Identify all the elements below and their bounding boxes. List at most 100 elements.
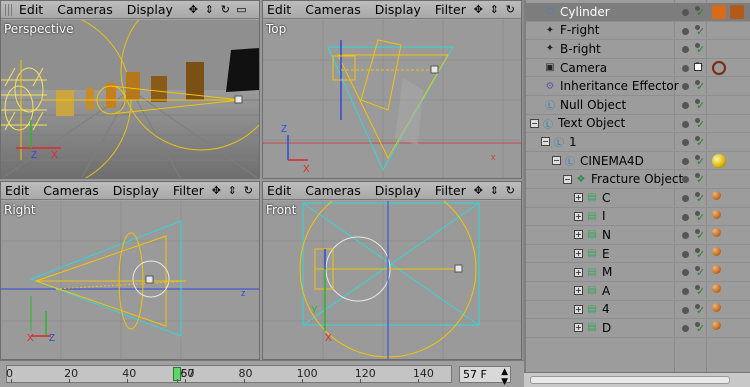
expand-toggle-icon[interactable]: + (574, 267, 583, 277)
menu-cameras[interactable]: Cameras (43, 183, 99, 198)
menu-display[interactable]: Display (127, 2, 173, 17)
protection-tag-icon[interactable] (712, 60, 726, 75)
expand-toggle-icon[interactable]: − (541, 137, 550, 147)
enabled-check-icon[interactable]: ✓ (696, 285, 705, 298)
object-row[interactable]: ✦ F-right ✓ (526, 22, 750, 41)
object-row[interactable]: + ▤ I ✓ (526, 208, 750, 227)
viewport-front[interactable]: Edit Cameras Display Filter ✥ ⇕ ↻ ▭ Fron… (262, 181, 522, 360)
menu-filter[interactable]: Filter (173, 183, 204, 198)
object-row[interactable]: + ▤ 4 ✓ (526, 301, 750, 320)
object-row[interactable]: Ⓛ Null Object ✓ (526, 96, 750, 115)
expand-toggle-icon[interactable]: + (574, 193, 583, 203)
object-manager-scrollbar[interactable] (524, 372, 750, 387)
menu-cameras[interactable]: Cameras (305, 2, 361, 17)
material-tags-icon[interactable] (712, 209, 721, 219)
expand-toggle-icon[interactable]: − (552, 156, 561, 166)
rotate-view-icon[interactable]: ↻ (242, 184, 255, 197)
toggle-view-icon[interactable]: ▭ (520, 3, 521, 16)
enabled-check-icon[interactable]: ✓ (696, 25, 705, 38)
visibility-dot-icon[interactable] (682, 157, 689, 165)
expand-toggle-icon[interactable]: + (574, 211, 583, 221)
visibility-dot-icon[interactable] (682, 306, 689, 314)
object-row[interactable]: − Ⓛ 1 ✓ (526, 133, 750, 152)
enabled-check-icon[interactable]: ✓ (696, 80, 705, 93)
menu-edit[interactable]: Edit (19, 2, 43, 17)
visibility-dot-icon[interactable] (682, 176, 689, 184)
material-tags-icon[interactable] (712, 321, 721, 331)
move-view-icon[interactable]: ✥ (210, 184, 223, 197)
move-view-icon[interactable]: ✥ (472, 184, 485, 197)
object-row[interactable]: + ▤ C ✓ (526, 189, 750, 208)
menu-edit[interactable]: Edit (5, 183, 29, 198)
material-tags-icon[interactable] (712, 228, 721, 238)
object-row[interactable]: − Ⓛ CINEMA4D ✓ (526, 152, 750, 171)
object-row[interactable]: ⬭ Cylinder ✓ (526, 3, 750, 22)
menu-cameras[interactable]: Cameras (305, 183, 361, 198)
material-tags-icon[interactable] (712, 191, 721, 200)
grip-icon[interactable] (5, 3, 13, 16)
enabled-check-icon[interactable]: ✓ (696, 155, 705, 168)
zoom-view-icon[interactable]: ⇕ (226, 184, 239, 197)
visibility-dot-icon[interactable] (682, 9, 689, 16)
viewport-perspective[interactable]: Edit Cameras Display ✥ ⇕ ↻ ▭ Perspective (0, 0, 260, 179)
expand-toggle-icon[interactable]: + (574, 304, 583, 314)
object-row[interactable]: + ▤ E ✓ (526, 245, 750, 264)
menu-display[interactable]: Display (375, 2, 421, 17)
enabled-check-icon[interactable]: ✓ (696, 118, 705, 131)
expand-toggle-icon[interactable]: + (574, 230, 583, 240)
material-tag-icon[interactable] (712, 153, 726, 168)
viewport-top[interactable]: Edit Cameras Display Filter ✥ ⇕ ↻ ▭ Top (262, 0, 522, 179)
rotate-view-icon[interactable]: ↻ (504, 3, 517, 16)
enabled-check-icon[interactable]: ✓ (696, 248, 705, 261)
menu-edit[interactable]: Edit (267, 2, 291, 17)
enabled-check-icon[interactable]: ✓ (696, 266, 705, 279)
enabled-check-icon[interactable]: ✓ (696, 229, 705, 242)
visibility-dot-icon[interactable] (682, 325, 689, 333)
current-frame-field[interactable]: 57 F ▲ ▼ (459, 366, 511, 387)
enabled-check-icon[interactable]: ✓ (696, 99, 705, 112)
enabled-check-icon[interactable]: ✓ (696, 304, 705, 317)
expand-toggle-icon[interactable]: + (574, 323, 583, 333)
enabled-check-icon[interactable]: ✓ (696, 192, 705, 205)
zoom-view-icon[interactable]: ⇕ (203, 3, 216, 16)
object-row[interactable]: ⚙ Inheritance Effector ✓ (526, 77, 750, 96)
object-row[interactable]: − ❖ Fracture Object ✓ (526, 170, 750, 189)
enabled-check-icon[interactable]: ✓ (696, 211, 705, 224)
menu-edit[interactable]: Edit (267, 183, 291, 198)
toggle-view-icon[interactable]: ▭ (235, 3, 248, 16)
visibility-dot-icon[interactable] (682, 269, 689, 277)
object-row[interactable]: + ▤ M ✓ (526, 263, 750, 282)
enabled-check-icon[interactable]: ✓ (696, 322, 705, 335)
toggle-view-icon[interactable]: ▭ (258, 184, 259, 197)
visibility-dot-icon[interactable] (682, 195, 689, 202)
menu-filter[interactable]: Filter (435, 2, 466, 17)
menu-cameras[interactable]: Cameras (57, 2, 113, 17)
object-row[interactable]: + ▤ N ✓ (526, 226, 750, 245)
expand-toggle-icon[interactable]: + (574, 286, 583, 296)
enabled-check-icon[interactable]: ✓ (696, 6, 705, 19)
object-row[interactable]: + ▤ A ✓ (526, 282, 750, 301)
expand-toggle-icon[interactable]: + (574, 249, 583, 259)
visibility-dot-icon[interactable] (682, 46, 689, 54)
expand-toggle-icon[interactable]: − (563, 174, 572, 184)
enabled-check-icon[interactable]: ✓ (696, 173, 705, 186)
material-tags-icon[interactable] (712, 302, 721, 312)
visibility-dot-icon[interactable] (682, 102, 689, 109)
object-row[interactable]: − Ⓛ Text Object ✓ (526, 115, 750, 134)
toggle-view-icon[interactable]: ▭ (520, 184, 521, 197)
zoom-view-icon[interactable]: ⇕ (488, 184, 501, 197)
camera-target-icon[interactable] (694, 62, 702, 71)
viewport-right[interactable]: Edit Cameras Display Filter ✥ ⇕ ↻ ▭ Righ… (0, 181, 260, 360)
frame-spinner-icon[interactable]: ▲ ▼ (501, 367, 508, 387)
clapper-tag-icon[interactable] (730, 5, 744, 19)
visibility-dot-icon[interactable] (682, 139, 689, 147)
enabled-check-icon[interactable]: ✓ (696, 43, 705, 56)
zoom-view-icon[interactable]: ⇕ (488, 3, 501, 16)
visibility-dot-icon[interactable] (682, 83, 689, 91)
object-row[interactable]: + ▤ D ✓ (526, 319, 750, 338)
enabled-check-icon[interactable]: ✓ (696, 136, 705, 149)
menu-display[interactable]: Display (113, 183, 159, 198)
scrollbar-thumb[interactable] (530, 376, 730, 384)
menu-display[interactable]: Display (375, 183, 421, 198)
material-tags-icon[interactable] (712, 284, 721, 293)
